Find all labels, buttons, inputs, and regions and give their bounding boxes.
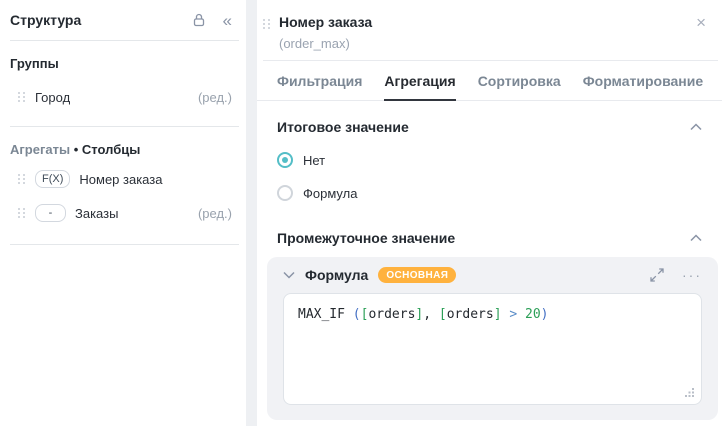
edit-link[interactable]: (ред.) (198, 90, 232, 105)
aggregate-label: Номер заказа (79, 172, 162, 187)
formula-card-header: Формула ОСНОВНАЯ ··· (283, 267, 702, 283)
aggregate-row-orders[interactable]: - Заказы (ред.) (18, 203, 232, 223)
section-title: Промежуточное значение (277, 230, 455, 246)
aggregates-header-prefix: Агрегаты (10, 142, 70, 157)
chevron-up-icon[interactable] (690, 123, 702, 131)
groups-section-header: Группы (10, 56, 236, 71)
resize-grip-icon[interactable] (685, 388, 694, 397)
collapse-sidebar-icon[interactable]: « (223, 12, 232, 29)
tab-filtering[interactable]: Фильтрация (277, 61, 362, 101)
main-badge: ОСНОВНАЯ (378, 267, 456, 283)
radio-option-none[interactable]: Нет (277, 152, 702, 168)
divider (10, 244, 239, 245)
field-settings-panel: Номер заказа (order_max) × Фильтрация Аг… (257, 0, 722, 426)
divider (10, 126, 239, 127)
formula-card: Формула ОСНОВНАЯ ··· MAX_IF ([orders], [… (267, 257, 718, 420)
aggregate-row-order-number[interactable]: F(X) Номер заказа (18, 169, 232, 189)
formula-editor[interactable]: MAX_IF ([orders], [orders] > 20) (283, 293, 702, 405)
drag-handle-icon[interactable] (18, 174, 25, 184)
group-row-city[interactable]: Город (ред.) (18, 87, 232, 107)
radio-unselected-icon[interactable] (277, 185, 293, 201)
aggregates-header-bullet: • (74, 142, 79, 157)
tab-formatting[interactable]: Форматирование (583, 61, 703, 101)
structure-sidebar: Структура « Группы Город (ред.) Агрегаты… (0, 0, 246, 426)
tab-bar: Фильтрация Агрегация Сортировка Форматир… (257, 61, 722, 101)
section-title: Итоговое значение (277, 119, 409, 135)
panel-header: Номер заказа (order_max) × (257, 0, 722, 51)
expand-icon[interactable] (650, 268, 664, 282)
panel-title: Номер заказа (279, 14, 372, 31)
aggregates-header-suffix: Столбцы (82, 142, 140, 157)
chevron-up-icon[interactable] (690, 234, 702, 242)
group-label: Город (35, 90, 70, 105)
code-token: > (509, 307, 517, 322)
more-menu-icon[interactable]: ··· (682, 270, 702, 280)
code-token: ) (541, 307, 549, 322)
tab-aggregation[interactable]: Агрегация (384, 61, 455, 101)
sidebar-title: Структура (10, 12, 191, 28)
edit-link[interactable]: (ред.) (198, 206, 232, 221)
radio-selected-icon[interactable] (277, 152, 293, 168)
total-value-section-header: Итоговое значение (277, 119, 702, 135)
formula-code-line: MAX_IF ([orders], [orders] > 20) (298, 307, 687, 322)
tab-sorting[interactable]: Сортировка (478, 61, 561, 101)
code-token: MAX_IF (298, 307, 353, 322)
drag-handle-icon[interactable] (18, 92, 25, 102)
aggregation-type-badge: F(X) (35, 170, 70, 188)
sidebar-header: Структура « (0, 0, 246, 40)
panel-subtitle: (order_max) (279, 36, 372, 51)
panel-gap (246, 0, 257, 426)
code-token: orders (447, 307, 494, 322)
chevron-down-icon[interactable] (283, 271, 295, 279)
radio-option-formula[interactable]: Формула (277, 185, 702, 201)
radio-label: Нет (303, 153, 325, 168)
aggregation-type-badge: - (35, 204, 66, 222)
code-token: 20 (525, 307, 541, 322)
drag-handle-icon[interactable] (18, 208, 25, 218)
intermediate-value-section-header: Промежуточное значение (277, 230, 702, 246)
code-token (517, 307, 525, 322)
code-token: , (423, 307, 439, 322)
divider (10, 40, 239, 41)
aggregates-section-header: Агрегаты • Столбцы (10, 142, 236, 157)
drag-handle-icon[interactable] (263, 19, 270, 51)
aggregate-label: Заказы (75, 206, 118, 221)
formula-card-title: Формула (305, 267, 368, 283)
code-token: ] (494, 307, 502, 322)
app-window: Структура « Группы Город (ред.) Агрегаты… (0, 0, 722, 426)
code-token: [ (439, 307, 447, 322)
code-token: orders (368, 307, 415, 322)
lock-icon[interactable] (191, 12, 207, 28)
close-icon[interactable]: × (696, 14, 706, 51)
code-token: ( (353, 307, 361, 322)
radio-label: Формула (303, 186, 357, 201)
